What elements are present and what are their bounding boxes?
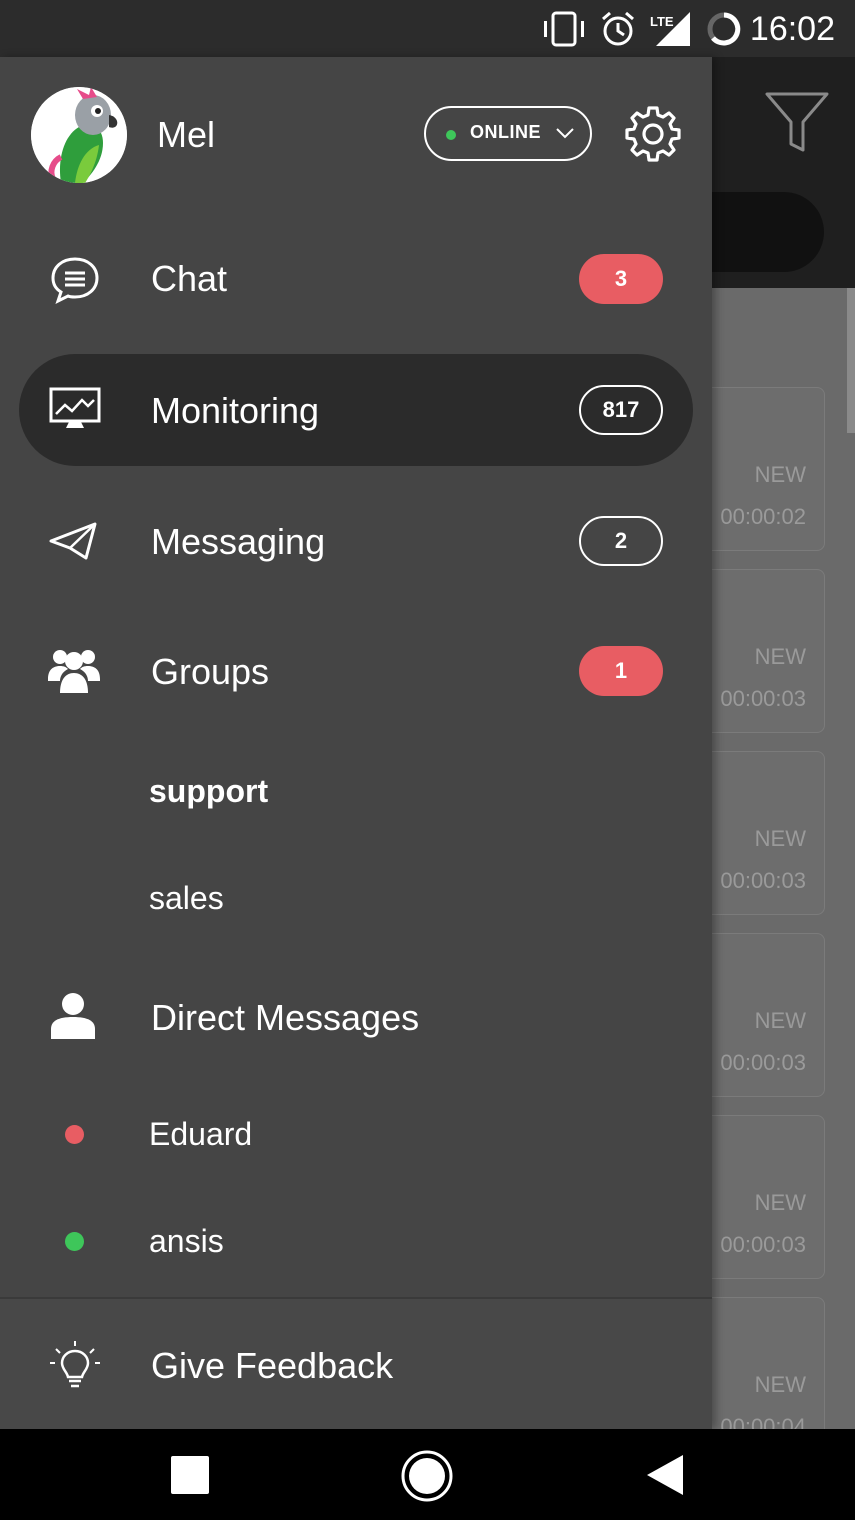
- nav-item-chat[interactable]: Chat 3: [0, 223, 712, 335]
- nav-label-give-feedback: Give Feedback: [151, 1345, 394, 1386]
- avatar[interactable]: [31, 87, 127, 183]
- lte-signal-icon: LTE: [650, 12, 690, 46]
- messaging-badge: 2: [579, 516, 663, 566]
- chat-badge: 3: [579, 254, 663, 304]
- item-duration: 00:00:03: [720, 1232, 806, 1257]
- groups-badge: 1: [579, 646, 663, 696]
- nav-label-monitoring: Monitoring: [151, 390, 320, 431]
- filter-icon[interactable]: [764, 90, 830, 154]
- home-button[interactable]: [400, 1449, 454, 1503]
- monitor-chart-icon: [49, 387, 101, 428]
- item-duration: 00:00:03: [720, 686, 806, 711]
- dm-item-eduard[interactable]: Eduard: [149, 1116, 252, 1153]
- chat-bubble-icon: [51, 257, 99, 304]
- status-dropdown[interactable]: ONLINE: [424, 106, 592, 161]
- scrollbar[interactable]: [847, 288, 855, 433]
- person-icon: [51, 993, 95, 1039]
- item-status: NEW: [754, 1008, 806, 1033]
- item-status: NEW: [754, 1190, 806, 1215]
- presence-dot-online: [65, 1232, 84, 1251]
- status-bar: LTE 16:02: [0, 0, 855, 57]
- nav-item-monitoring[interactable]: Monitoring 817: [0, 354, 712, 466]
- back-button[interactable]: [645, 1453, 685, 1497]
- clock: 16:02: [749, 10, 835, 48]
- svg-text:LTE: LTE: [650, 14, 674, 29]
- online-indicator: [446, 130, 456, 140]
- item-duration: 00:00:03: [720, 868, 806, 893]
- nav-label-groups: Groups: [151, 651, 270, 692]
- nav-item-direct-messages[interactable]: Direct Messages: [0, 961, 712, 1073]
- battery-loading-icon: [707, 12, 741, 46]
- lightbulb-icon: [50, 1341, 100, 1388]
- item-status: NEW: [754, 826, 806, 851]
- presence-dot-offline: [65, 1125, 84, 1144]
- nav-label-chat: Chat: [151, 258, 228, 299]
- nav-label-messaging: Messaging: [151, 521, 326, 562]
- dm-item-ansis[interactable]: ansis: [149, 1223, 224, 1260]
- status-label: ONLINE: [470, 122, 542, 142]
- nav-item-groups[interactable]: Groups 1: [0, 615, 712, 727]
- gear-icon[interactable]: [624, 105, 682, 163]
- item-status: NEW: [754, 644, 806, 669]
- group-item-sales[interactable]: sales: [149, 880, 224, 917]
- navigation-drawer: Mel ONLINE Chat 3 Monitoring 817 Messagi…: [0, 57, 712, 1429]
- user-name: Mel: [157, 114, 216, 155]
- system-nav-bar: [0, 1429, 855, 1520]
- item-status: NEW: [754, 1372, 806, 1397]
- nav-label-direct-messages: Direct Messages: [151, 997, 420, 1038]
- chevron-down-icon: [556, 128, 574, 139]
- vibrate-icon: [544, 11, 584, 47]
- recents-button[interactable]: [170, 1455, 210, 1495]
- group-item-support[interactable]: support: [149, 773, 268, 810]
- item-duration: 00:00:03: [720, 1050, 806, 1075]
- paper-plane-icon: [49, 522, 97, 560]
- alarm-icon: [602, 11, 634, 46]
- nav-item-messaging[interactable]: Messaging 2: [0, 485, 712, 597]
- item-status: NEW: [754, 462, 806, 487]
- monitoring-badge: 817: [579, 385, 663, 435]
- item-duration: 00:00:04: [720, 1414, 806, 1429]
- item-duration: 00:00:02: [720, 504, 806, 529]
- group-icon: [48, 650, 100, 693]
- parrot-logo-icon: [31, 87, 127, 183]
- nav-item-give-feedback[interactable]: Give Feedback: [0, 1309, 712, 1421]
